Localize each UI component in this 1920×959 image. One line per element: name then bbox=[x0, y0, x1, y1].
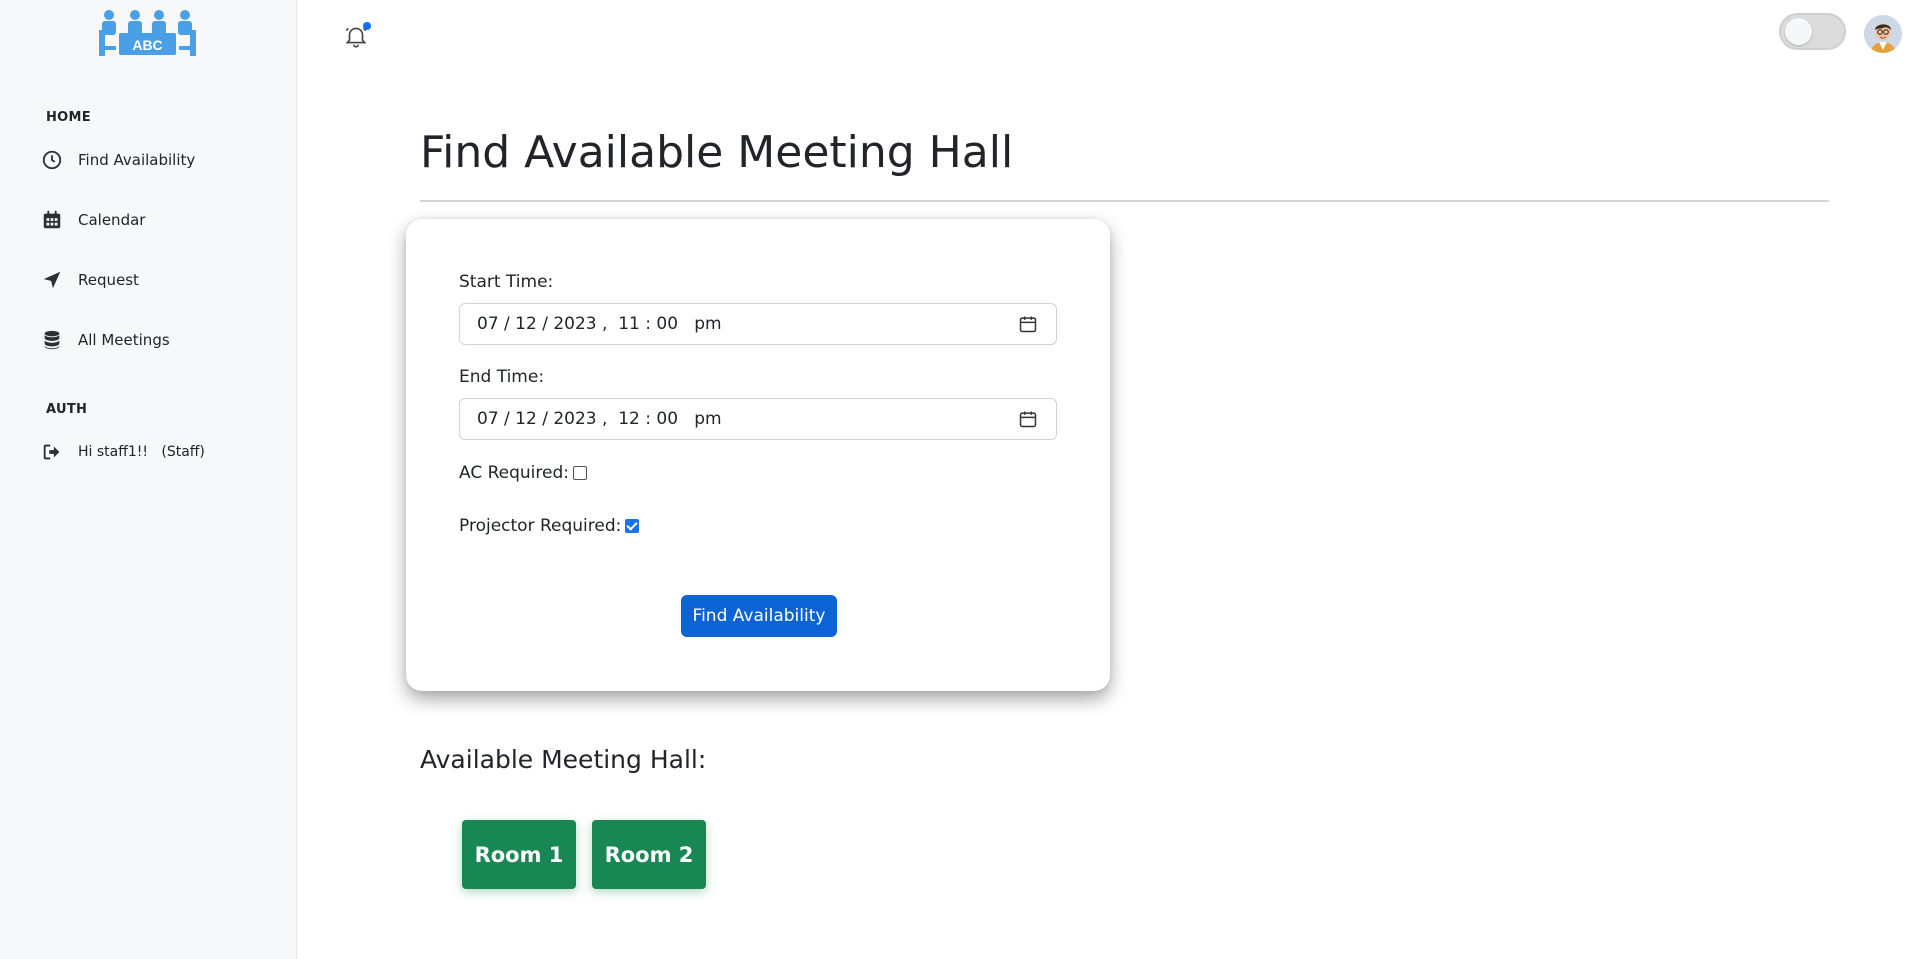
sign-out-icon bbox=[40, 440, 64, 464]
avatar-image bbox=[1864, 15, 1902, 53]
calendar-picker-icon[interactable] bbox=[1018, 314, 1038, 334]
projector-required-label: Projector Required: bbox=[459, 516, 622, 536]
page-title: Find Available Meeting Hall bbox=[420, 127, 1014, 178]
logo-text: ABC bbox=[132, 37, 162, 53]
sidebar-item-label: Find Availability bbox=[78, 151, 196, 169]
room-button[interactable]: Room 2 bbox=[592, 820, 706, 889]
calendar-icon bbox=[40, 208, 64, 232]
available-halls-title: Available Meeting Hall: bbox=[420, 745, 707, 774]
start-time-input[interactable]: 07 / 12 / 2023 , 11 : 00 pm bbox=[459, 303, 1057, 345]
end-time-value: 07 / 12 / 2023 , 12 : 00 pm bbox=[477, 409, 722, 429]
sidebar-item-find-availability[interactable]: Find Availability bbox=[40, 140, 280, 180]
sidebar-item-label: All Meetings bbox=[78, 331, 170, 349]
title-divider bbox=[420, 200, 1829, 202]
calendar-picker-icon[interactable] bbox=[1018, 409, 1038, 429]
start-time-value: 07 / 12 / 2023 , 11 : 00 pm bbox=[477, 314, 722, 334]
search-form-card: Start Time: 07 / 12 / 2023 , 11 : 00 pm … bbox=[406, 219, 1110, 691]
sidebar-item-calendar[interactable]: Calendar bbox=[40, 200, 280, 240]
sidebar-item-label: Hi staff1!! (Staff) bbox=[78, 444, 205, 460]
notification-dot bbox=[363, 22, 371, 30]
start-time-label: Start Time: bbox=[459, 272, 554, 292]
notification-bell-button[interactable] bbox=[343, 22, 373, 51]
sidebar-item-label: Calendar bbox=[78, 211, 146, 229]
ac-required-row: AC Required: bbox=[459, 463, 587, 483]
theme-toggle[interactable] bbox=[1779, 13, 1846, 50]
end-time-input[interactable]: 07 / 12 / 2023 , 12 : 00 pm bbox=[459, 398, 1057, 440]
section-auth-label: AUTH bbox=[46, 402, 88, 417]
section-home-label: HOME bbox=[46, 110, 91, 125]
abc-logo[interactable]: ABC bbox=[99, 8, 196, 58]
clock-icon bbox=[40, 148, 64, 172]
database-icon bbox=[40, 328, 64, 352]
sidebar-item-all-meetings[interactable]: All Meetings bbox=[40, 320, 280, 360]
room-button[interactable]: Room 1 bbox=[462, 820, 576, 889]
ac-required-checkbox[interactable] bbox=[573, 466, 587, 480]
projector-required-checkbox[interactable] bbox=[625, 519, 640, 533]
projector-required-row: Projector Required: bbox=[459, 516, 640, 536]
sidebar: ABC HOME Find Availability Calendar Requ… bbox=[0, 0, 297, 959]
ac-required-label: AC Required: bbox=[459, 463, 569, 483]
sidebar-item-label: Request bbox=[78, 271, 139, 289]
paper-plane-icon bbox=[40, 268, 64, 292]
find-availability-button[interactable]: Find Availability bbox=[681, 595, 837, 637]
sidebar-item-request[interactable]: Request bbox=[40, 260, 280, 300]
avatar[interactable] bbox=[1864, 15, 1902, 53]
end-time-label: End Time: bbox=[459, 367, 545, 387]
sidebar-item-user-signout[interactable]: Hi staff1!! (Staff) bbox=[40, 432, 280, 472]
toggle-knob bbox=[1785, 18, 1812, 45]
